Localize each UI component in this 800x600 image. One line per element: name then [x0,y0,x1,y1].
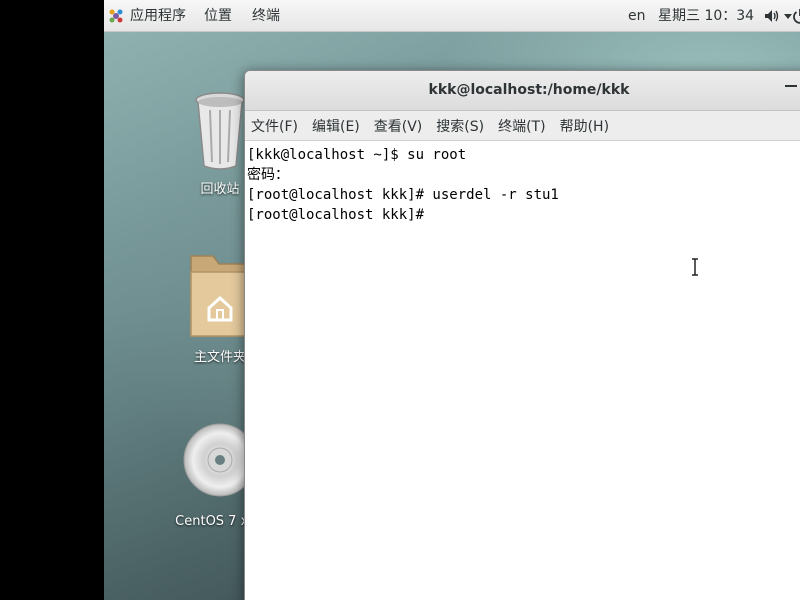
terminal-app-menu[interactable]: 终端 [252,0,280,32]
places-menu[interactable]: 位置 [204,0,232,32]
menu-search[interactable]: 搜索(S) [436,114,484,138]
power-icon[interactable] [792,8,800,24]
volume-icon[interactable] [764,9,780,23]
applications-menu-label: 应用程序 [130,8,186,24]
menu-edit[interactable]: 编辑(E) [312,114,360,138]
applications-menu[interactable]: 应用程序 [108,0,186,32]
apps-icon [109,9,123,23]
ibeam-cursor-icon [692,258,698,276]
terminal-window: kkk@localhost:/home/kkk 文件(F) 编辑(E) 查看(V… [244,70,800,600]
top-panel: 应用程序 位置 终端 en 星期三 10：34 [104,0,800,32]
terminal-menubar: 文件(F) 编辑(E) 查看(V) 搜索(S) 终端(T) 帮助(H) [245,111,800,141]
input-language-indicator[interactable]: en [628,0,646,32]
menu-help[interactable]: 帮助(H) [560,114,609,138]
menu-file[interactable]: 文件(F) [251,114,298,138]
clock[interactable]: 星期三 10：34 [658,0,754,32]
terminal-line: [kkk@localhost ~]$ su root [247,147,467,163]
window-title: kkk@localhost:/home/kkk [428,82,630,98]
window-titlebar[interactable]: kkk@localhost:/home/kkk [245,71,800,111]
menu-view[interactable]: 查看(V) [374,114,423,138]
menu-terminal[interactable]: 终端(T) [498,114,545,138]
trash-icon [195,92,245,170]
terminal-line: [root@localhost kkk]# userdel -r stu1 [247,187,559,203]
arrow-down-icon[interactable] [784,12,792,20]
terminal-output[interactable]: [kkk@localhost ~]$ su root 密码： [root@loc… [245,141,800,229]
terminal-line: 密码： [247,167,289,183]
minimize-button[interactable] [785,85,797,87]
terminal-line: [root@localhost kkk]# [247,207,433,223]
left-black-strip [0,0,104,600]
